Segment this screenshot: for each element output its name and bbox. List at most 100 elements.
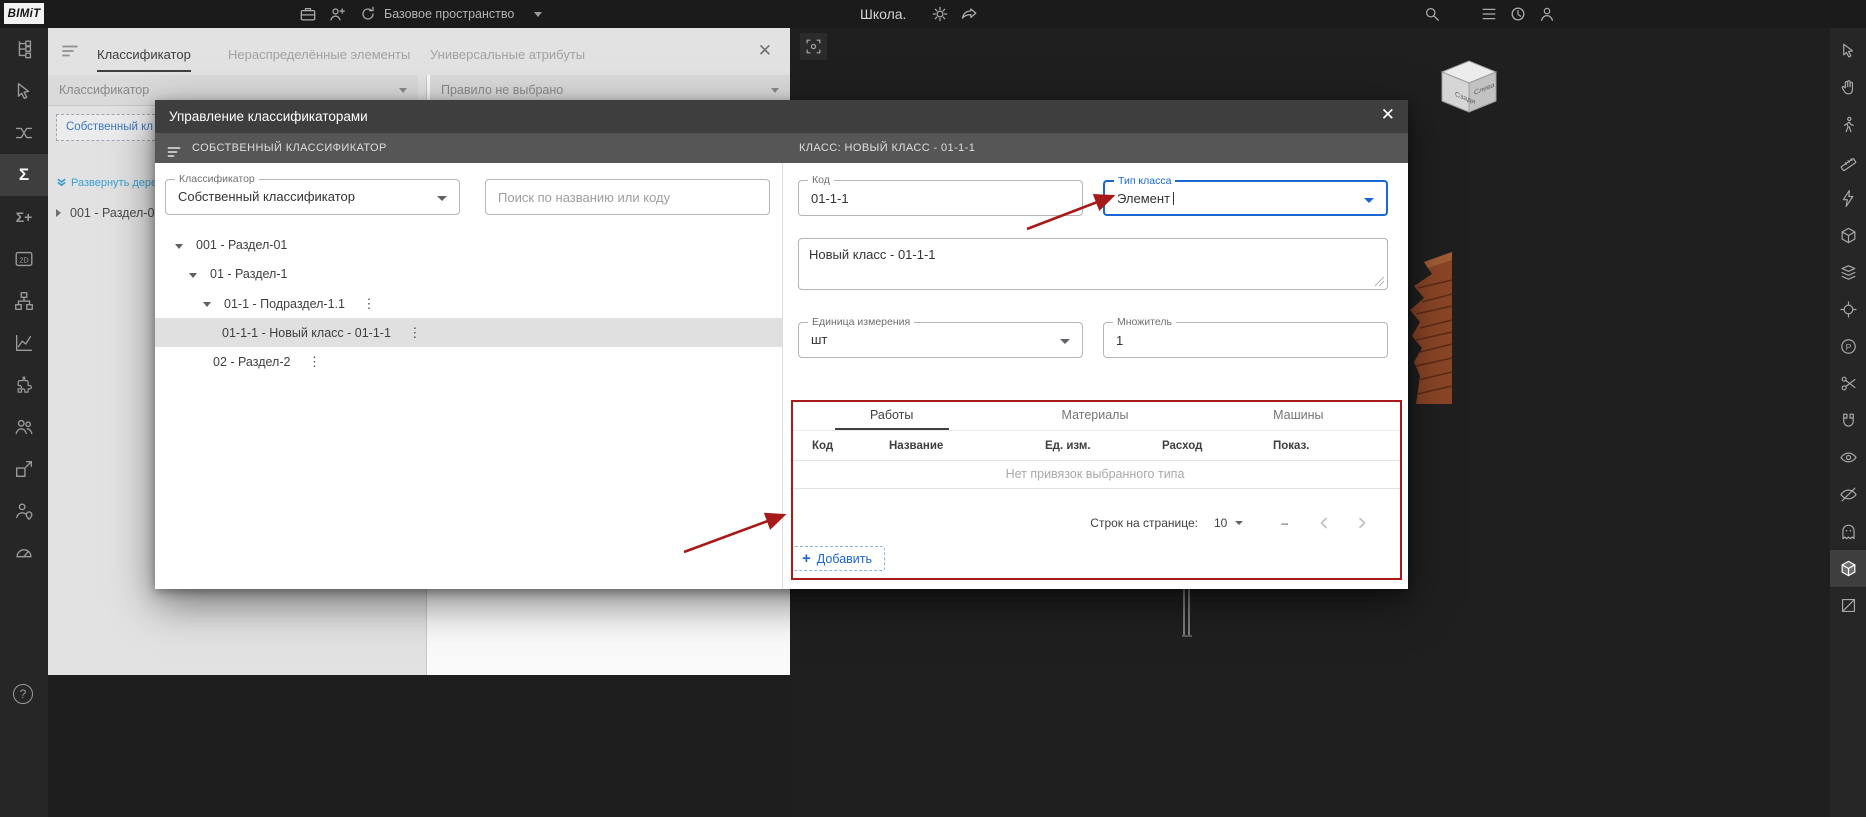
chevron-expanded-icon[interactable] xyxy=(203,302,211,307)
brick-wall-element[interactable] xyxy=(1404,248,1452,409)
tab-classifier[interactable]: Классификатор xyxy=(97,38,191,72)
sort-icon[interactable] xyxy=(61,42,79,60)
section-layers-icon[interactable] xyxy=(1830,254,1866,291)
cursor-select-icon[interactable] xyxy=(1830,32,1866,69)
class-type-select[interactable]: Тип класса Элемент xyxy=(1103,180,1388,216)
toolbox-icon[interactable] xyxy=(298,4,318,24)
dialog-title: Управление классификаторами xyxy=(169,109,368,124)
page-previous-icon[interactable] xyxy=(1316,515,1332,531)
analytics-icon[interactable] xyxy=(0,322,48,364)
resize-handle-icon[interactable] xyxy=(1375,277,1384,286)
section-box-icon[interactable] xyxy=(1830,587,1866,624)
rows-per-page-select[interactable]: 10 xyxy=(1214,516,1243,530)
walk-mode-icon[interactable] xyxy=(1830,106,1866,143)
multiplier-field[interactable]: Множитель xyxy=(1103,322,1388,358)
classifier-field-label: Классификатор xyxy=(175,173,259,185)
tree-row[interactable]: 001 - Раздел-01 xyxy=(155,231,782,260)
tree-menu-icon[interactable] xyxy=(167,141,181,171)
code-field[interactable]: Код xyxy=(798,180,1083,216)
parking-icon[interactable]: P xyxy=(1830,328,1866,365)
row-menu-icon[interactable]: ⋮ xyxy=(362,289,375,318)
help-button[interactable]: ? xyxy=(13,684,33,704)
tab-unassigned-elements[interactable]: Нераспределённые элементы xyxy=(228,38,410,72)
search-icon[interactable] xyxy=(1422,4,1442,24)
dialog-left-header: СОБСТВЕННЫЙ КЛАССИФИКАТОР xyxy=(192,142,387,154)
dashboard-icon[interactable] xyxy=(0,532,48,574)
collaboration-icon[interactable] xyxy=(0,406,48,448)
own-classifier-subtab[interactable]: Собственный кл xyxy=(56,114,155,141)
class-name-field[interactable]: Новый класс - 01-1-1 xyxy=(798,238,1388,290)
rows-per-page-label: Строк на странице: xyxy=(1090,516,1198,530)
tab-universal-attributes[interactable]: Универсальные атрибуты xyxy=(430,38,585,72)
chevron-down-icon xyxy=(1235,521,1243,525)
chevron-right-icon[interactable] xyxy=(56,209,61,217)
focus-target-icon[interactable] xyxy=(1830,291,1866,328)
expand-tree-label: Развернуть дере xyxy=(71,177,155,189)
connections-icon[interactable] xyxy=(0,112,48,154)
page-next-icon[interactable] xyxy=(1354,515,1370,531)
list-icon[interactable] xyxy=(1479,4,1499,24)
chevron-expanded-icon[interactable] xyxy=(189,273,197,278)
dialog-search-field[interactable] xyxy=(485,179,770,215)
tree-row[interactable]: 01 - Раздел-1 xyxy=(155,260,782,289)
tab-materials[interactable]: Материалы xyxy=(993,400,1196,430)
solid-cube-icon[interactable] xyxy=(1830,550,1866,587)
view-cube-icon[interactable] xyxy=(1830,217,1866,254)
navigation-cube[interactable]: Сзади Слева xyxy=(1430,56,1508,123)
ghost-mode-icon[interactable] xyxy=(1830,513,1866,550)
model-structure-icon[interactable] xyxy=(0,28,48,70)
tree-row[interactable]: 01-1 - Подраздел-1.1 ⋮ xyxy=(155,289,782,318)
user-location-icon[interactable] xyxy=(0,490,48,532)
tab-machines[interactable]: Машины xyxy=(1197,400,1400,430)
workspace-selector-label[interactable]: Базовое пространство xyxy=(384,0,514,28)
row-menu-icon[interactable]: ⋮ xyxy=(408,318,421,347)
row-menu-icon[interactable]: ⋮ xyxy=(308,347,321,376)
panel-tree-root[interactable]: 001 - Раздел-01 xyxy=(56,200,161,226)
profile-icon[interactable] xyxy=(1537,4,1557,24)
tree-row-label: 02 - Раздел-2 xyxy=(155,355,290,369)
sync-icon[interactable] xyxy=(358,4,378,24)
sum-add-icon[interactable]: Σ+ xyxy=(0,196,48,238)
clock-icon[interactable] xyxy=(1508,4,1528,24)
hide-eye-icon[interactable] xyxy=(1830,476,1866,513)
chevron-expanded-icon[interactable] xyxy=(175,244,183,249)
expand-tree-link[interactable]: Развернуть дере xyxy=(56,176,155,189)
workspace-caret-icon[interactable] xyxy=(534,12,542,17)
multiplier-input[interactable] xyxy=(1104,323,1387,357)
gear-icon[interactable] xyxy=(930,4,950,24)
tree-row-selected[interactable]: 01-1-1 - Новый класс - 01-1-1 ⋮ xyxy=(155,318,782,347)
plugins-icon[interactable] xyxy=(0,364,48,406)
add-users-icon[interactable] xyxy=(328,4,348,24)
classifier-dropdown-value: Классификатор xyxy=(59,83,149,97)
add-binding-button[interactable]: + Добавить xyxy=(792,546,885,571)
dialog-classifier-tree: 001 - Раздел-01 01 - Раздел-1 01-1 - Под… xyxy=(155,231,782,376)
tab-works[interactable]: Работы xyxy=(790,400,993,430)
show-eye-icon[interactable] xyxy=(1830,439,1866,476)
plus-icon: + xyxy=(802,549,811,569)
dialog-classifier-select[interactable]: Классификатор Собственный классификатор xyxy=(165,179,460,215)
share-icon[interactable] xyxy=(960,4,980,24)
tree-row[interactable]: 02 - Раздел-2 ⋮ xyxy=(155,347,782,376)
pan-hand-icon[interactable] xyxy=(1830,69,1866,106)
cut-scissors-icon[interactable] xyxy=(1830,365,1866,402)
focus-region-icon[interactable] xyxy=(800,33,827,60)
code-field-label: Код xyxy=(808,174,834,186)
view-2d-icon[interactable]: 2D xyxy=(0,238,48,280)
lightning-icon[interactable] xyxy=(1830,180,1866,217)
search-input[interactable] xyxy=(486,180,769,214)
magnet-snap-icon[interactable] xyxy=(1830,402,1866,439)
hierarchy-icon[interactable] xyxy=(0,280,48,322)
dialog-close-icon[interactable]: ✕ xyxy=(1381,100,1395,133)
sum-icon[interactable]: Σ xyxy=(0,154,48,196)
multiplier-label: Множитель xyxy=(1113,316,1176,328)
class-type-label: Тип класса xyxy=(1114,175,1175,187)
left-toolbar: Σ Σ+ 2D ? xyxy=(0,28,48,817)
unit-select[interactable]: Единица измерения шт xyxy=(798,322,1083,358)
export-model-icon[interactable] xyxy=(0,448,48,490)
add-binding-label: Добавить xyxy=(817,548,872,570)
measure-ruler-icon[interactable] xyxy=(1830,143,1866,180)
select-node-icon[interactable] xyxy=(0,70,48,112)
panel-close-icon[interactable]: ✕ xyxy=(758,41,772,61)
code-input[interactable] xyxy=(799,181,1082,215)
column-name: Название xyxy=(889,431,943,461)
